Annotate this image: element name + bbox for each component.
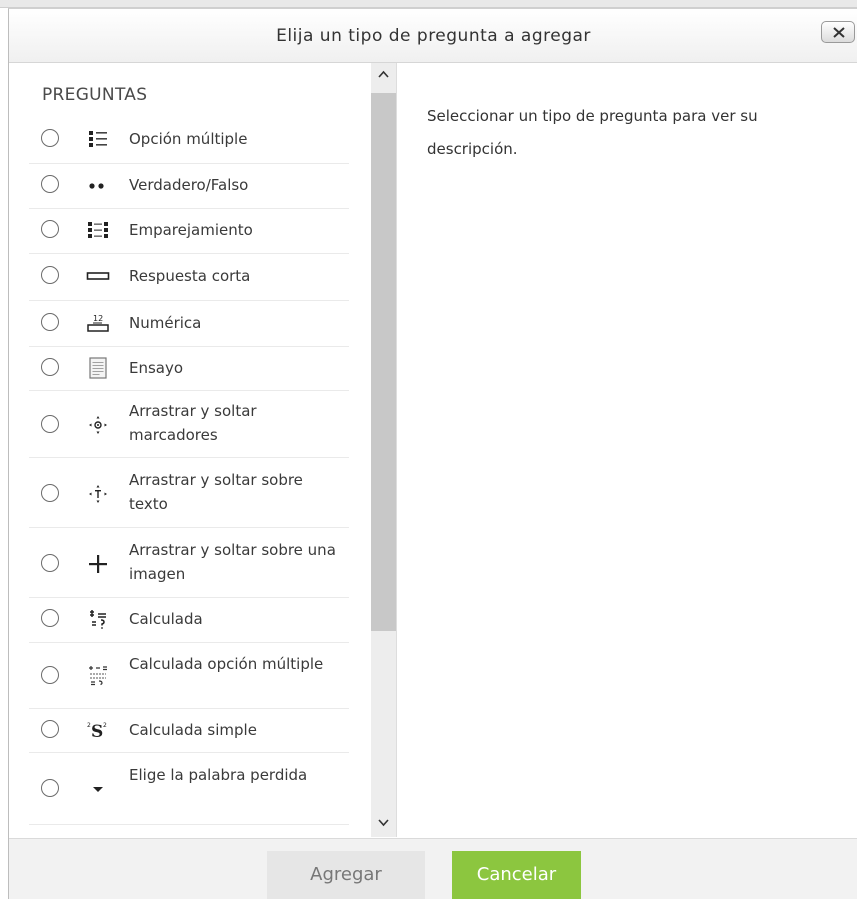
question-type-label: Verdadero/Falso — [129, 176, 249, 194]
cancel-button[interactable]: Cancelar — [452, 851, 581, 899]
radio-match[interactable] — [41, 220, 59, 238]
scrollbar-thumb[interactable] — [371, 93, 396, 631]
radio-calculatedmulti[interactable] — [41, 666, 59, 684]
question-type-label: Respuesta corta — [129, 267, 251, 285]
radio-truefalse[interactable] — [41, 175, 59, 193]
essay-icon — [86, 356, 110, 380]
svg-text:2: 2 — [103, 722, 107, 729]
radio-calculatedsimple[interactable] — [41, 720, 59, 738]
radio-shortanswer[interactable] — [41, 266, 59, 284]
truefalse-icon — [86, 173, 110, 197]
question-type-ddwtos[interactable]: Arrastrar y soltar sobre texto — [29, 458, 349, 528]
close-button[interactable] — [821, 21, 855, 43]
question-types-panel[interactable]: PREGUNTAS Opción múltiple Verdadero/Fals… — [9, 63, 397, 837]
gapselect-icon — [86, 777, 110, 801]
dialog-title: Elija un tipo de pregunta a agregar — [276, 26, 591, 46]
ddwtos-icon — [86, 482, 110, 506]
question-type-shortanswer[interactable]: Respuesta corta — [29, 254, 349, 301]
question-type-label: Elige la palabra perdida — [129, 766, 308, 784]
calculated-icon — [86, 607, 110, 631]
question-type-label: Calculada — [129, 610, 203, 628]
scrollbar[interactable] — [371, 63, 396, 837]
question-type-label: Emparejamiento — [129, 221, 253, 239]
question-type-numerical[interactable]: 12 Numérica — [29, 301, 349, 347]
svg-text:12: 12 — [93, 314, 103, 323]
background-strip — [0, 0, 857, 8]
question-type-ddimageortext[interactable]: Arrastrar y soltar sobre una imagen — [29, 528, 349, 598]
dialog-footer: Agregar Cancelar — [9, 838, 857, 899]
question-type-label: Arrastrar y soltar marcadores — [129, 402, 257, 444]
question-type-truefalse[interactable]: Verdadero/Falso — [29, 164, 349, 209]
radio-gapselect[interactable] — [41, 779, 59, 797]
radio-calculated[interactable] — [41, 609, 59, 627]
radio-ddimageortext[interactable] — [41, 554, 59, 572]
radio-ddwtos[interactable] — [41, 484, 59, 502]
description-panel: Seleccionar un tipo de pregunta para ver… — [398, 63, 857, 837]
question-type-label: Opción múltiple — [129, 130, 248, 148]
ddmarker-icon — [86, 413, 110, 437]
radio-numerical[interactable] — [41, 313, 59, 331]
svg-text:2: 2 — [87, 722, 91, 729]
shortanswer-icon — [86, 264, 110, 288]
close-icon — [833, 27, 845, 38]
question-type-label: Ensayo — [129, 359, 184, 377]
radio-multichoice[interactable] — [41, 129, 59, 147]
question-type-label: Calculada opción múltiple — [129, 655, 324, 673]
question-type-label: Numérica — [129, 314, 202, 332]
question-type-label: Arrastrar y soltar sobre una imagen — [129, 541, 336, 583]
ddimageortext-icon — [86, 552, 110, 576]
multichoice-icon — [86, 127, 110, 151]
calculatedsimple-icon: S 2 2 — [86, 718, 110, 742]
dialog-header: Elija un tipo de pregunta a agregar — [9, 9, 857, 63]
match-icon — [86, 218, 110, 242]
radio-ddmarker[interactable] — [41, 415, 59, 433]
question-type-ddmarker[interactable]: Arrastrar y soltar marcadores — [29, 391, 349, 458]
question-type-multichoice[interactable]: Opción múltiple — [29, 117, 349, 164]
question-type-match[interactable]: Emparejamiento — [29, 209, 349, 254]
question-type-label: Arrastrar y soltar sobre texto — [129, 471, 303, 513]
radio-essay[interactable] — [41, 358, 59, 376]
question-type-essay[interactable]: Ensayo — [29, 347, 349, 391]
question-chooser-dialog: Elija un tipo de pregunta a agregar PREG… — [8, 8, 857, 899]
calculatedmulti-icon — [86, 664, 110, 688]
question-type-calculatedsimple[interactable]: S 2 2 Calculada simple — [29, 709, 349, 753]
chevron-down-icon[interactable] — [376, 815, 391, 830]
question-type-gapselect[interactable]: Elige la palabra perdida — [29, 753, 349, 825]
svg-text:S: S — [91, 722, 103, 742]
question-type-calculated[interactable]: Calculada — [29, 598, 349, 643]
add-button[interactable]: Agregar — [267, 851, 425, 899]
question-type-calculatedmulti[interactable]: Calculada opción múltiple — [29, 643, 349, 709]
numerical-icon: 12 — [86, 311, 110, 335]
section-title: PREGUNTAS — [42, 85, 148, 105]
question-type-label: Calculada simple — [129, 721, 257, 739]
description-text: Seleccionar un tipo de pregunta para ver… — [427, 107, 758, 158]
chevron-up-icon[interactable] — [376, 67, 391, 82]
